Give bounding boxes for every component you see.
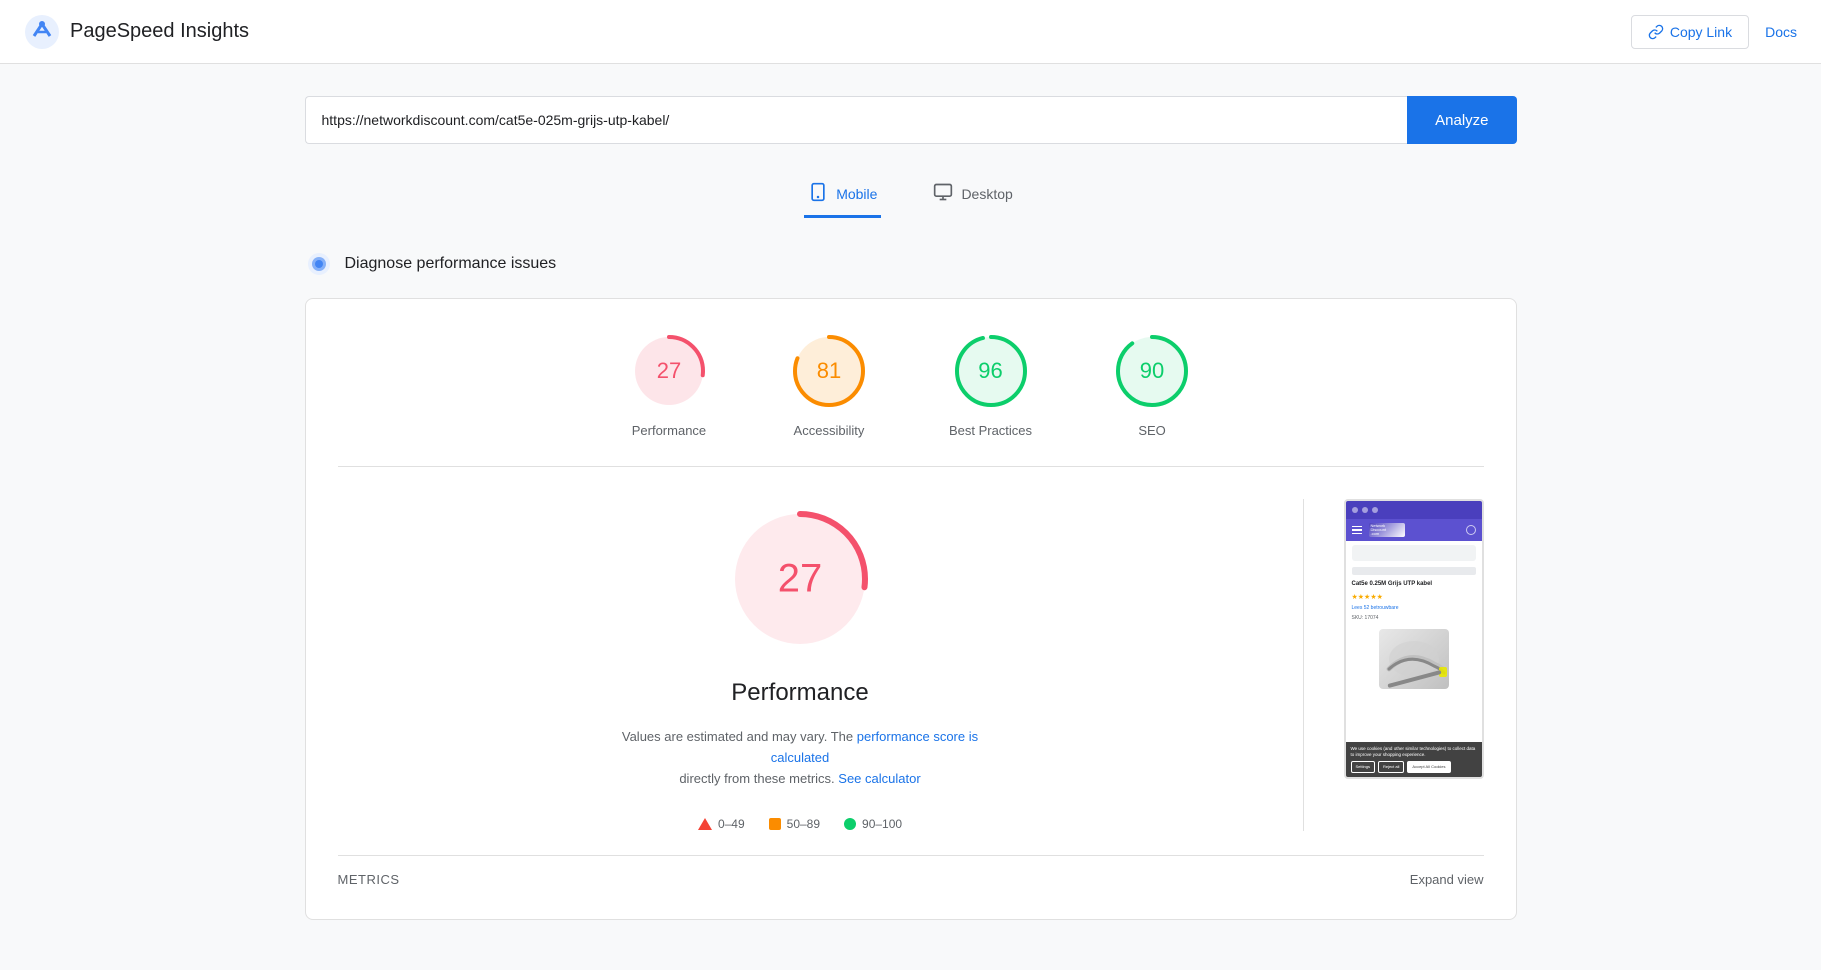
screenshot-breadcrumb	[1352, 567, 1476, 575]
cable-image	[1379, 629, 1449, 689]
perf-desc-prefix: Values are estimated and may vary. The	[622, 729, 853, 744]
screenshot-search-bar	[1352, 545, 1476, 561]
vertical-divider	[1303, 499, 1304, 831]
legend-green: 90–100	[844, 817, 902, 831]
cookie-text: We use cookies (and other similar techno…	[1351, 746, 1476, 757]
analyze-button[interactable]: Analyze	[1407, 96, 1516, 144]
red-triangle-icon	[698, 818, 712, 830]
tab-desktop[interactable]: Desktop	[929, 172, 1016, 218]
score-seo: 90 SEO	[1112, 331, 1192, 438]
screenshot-nav: NetworkDiscount.com	[1346, 519, 1482, 541]
see-calculator-link[interactable]: See calculator	[838, 771, 920, 786]
header-actions: Copy Link Docs	[1631, 15, 1797, 49]
browser-dot-1	[1352, 507, 1358, 513]
app-header: PageSpeed Insights Copy Link Docs	[0, 0, 1821, 64]
performance-description: Values are estimated and may vary. The p…	[620, 727, 980, 789]
seo-score: 90	[1140, 358, 1164, 384]
screenshot-product-title: Cat5e 0.25M Grijs UTP kabel	[1352, 581, 1476, 589]
link-icon	[1648, 24, 1664, 40]
green-circle-icon	[844, 818, 856, 830]
legend-red: 0–49	[698, 817, 745, 831]
results-card: 27 Performance 81 Accessibility	[305, 298, 1517, 920]
best-practices-label: Best Practices	[949, 423, 1032, 438]
legend-orange: 50–89	[769, 817, 820, 831]
accessibility-score: 81	[817, 358, 841, 384]
mobile-icon	[808, 182, 828, 205]
perf-desc-mid: directly from these metrics.	[679, 771, 834, 786]
main-content: Analyze Mobile Desktop	[281, 64, 1541, 952]
legend-green-range: 90–100	[862, 817, 902, 831]
performance-big-score: 27	[778, 557, 823, 602]
search-nav-icon	[1466, 525, 1476, 535]
performance-label: Performance	[632, 423, 706, 438]
header-logo-area: PageSpeed Insights	[24, 14, 249, 50]
performance-detail: 27 Performance Values are estimated and …	[338, 499, 1484, 831]
screenshot-stars: ★★★★★	[1352, 593, 1476, 601]
scores-row: 27 Performance 81 Accessibility	[338, 331, 1484, 467]
reject-btn: Reject all	[1378, 761, 1404, 773]
best-practices-score: 96	[978, 358, 1002, 384]
score-accessibility: 81 Accessibility	[789, 331, 869, 438]
device-tabs: Mobile Desktop	[305, 172, 1517, 218]
copy-link-button[interactable]: Copy Link	[1631, 15, 1749, 49]
expand-view-button[interactable]: Expand view	[1410, 872, 1484, 887]
performance-title: Performance	[731, 679, 868, 707]
legend-red-range: 0–49	[718, 817, 745, 831]
legend-orange-range: 50–89	[787, 817, 820, 831]
screenshot-area: NetworkDiscount.com Cat5e 0.25M Grijs UT…	[1344, 499, 1484, 779]
screenshot-product-image	[1352, 629, 1476, 689]
pagespeed-logo-icon	[24, 14, 60, 50]
spinner-icon	[305, 250, 333, 278]
cookie-buttons: Settings Reject all Accept All Cookies	[1351, 761, 1477, 773]
copy-link-label: Copy Link	[1670, 24, 1732, 40]
screenshot-browser-bar	[1346, 501, 1482, 519]
page-screenshot: NetworkDiscount.com Cat5e 0.25M Grijs UT…	[1344, 499, 1484, 779]
score-best-practices: 96 Best Practices	[949, 331, 1032, 438]
score-legend: 0–49 50–89 90–100	[698, 817, 902, 831]
tab-desktop-label: Desktop	[961, 186, 1012, 202]
performance-big-circle: 27	[720, 499, 880, 659]
seo-label: SEO	[1138, 423, 1165, 438]
performance-circle: 27	[629, 331, 709, 411]
section-header: Diagnose performance issues	[305, 250, 1517, 278]
desktop-icon	[933, 182, 953, 205]
accessibility-circle: 81	[789, 331, 869, 411]
screenshot-content: Cat5e 0.25M Grijs UTP kabel ★★★★★ Lees 5…	[1346, 577, 1482, 742]
metrics-label: METRICS	[338, 872, 400, 887]
tab-mobile-label: Mobile	[836, 186, 877, 202]
hamburger-icon	[1352, 526, 1362, 535]
section-title: Diagnose performance issues	[345, 255, 557, 273]
orange-square-icon	[769, 818, 781, 830]
site-logo: NetworkDiscount.com	[1369, 523, 1405, 537]
metrics-footer: METRICS Expand view	[338, 855, 1484, 887]
app-title: PageSpeed Insights	[70, 20, 249, 43]
screenshot-sku: SKU: 17074	[1352, 615, 1476, 621]
settings-btn: Settings	[1351, 761, 1375, 773]
performance-score: 27	[657, 358, 681, 384]
screenshot-cookie-banner: We use cookies (and other similar techno…	[1346, 742, 1482, 777]
best-practices-circle: 96	[951, 331, 1031, 411]
browser-dot-3	[1372, 507, 1378, 513]
docs-link[interactable]: Docs	[1765, 24, 1797, 40]
tab-mobile[interactable]: Mobile	[804, 172, 881, 218]
accessibility-label: Accessibility	[794, 423, 865, 438]
performance-left: 27 Performance Values are estimated and …	[338, 499, 1263, 831]
search-bar: Analyze	[305, 96, 1517, 144]
browser-dot-2	[1362, 507, 1368, 513]
accept-btn: Accept All Cookies	[1407, 761, 1450, 773]
score-performance: 27 Performance	[629, 331, 709, 438]
seo-circle: 90	[1112, 331, 1192, 411]
url-input[interactable]	[305, 96, 1408, 144]
screenshot-reviews: Lees 52 betrouwbare	[1352, 605, 1476, 611]
